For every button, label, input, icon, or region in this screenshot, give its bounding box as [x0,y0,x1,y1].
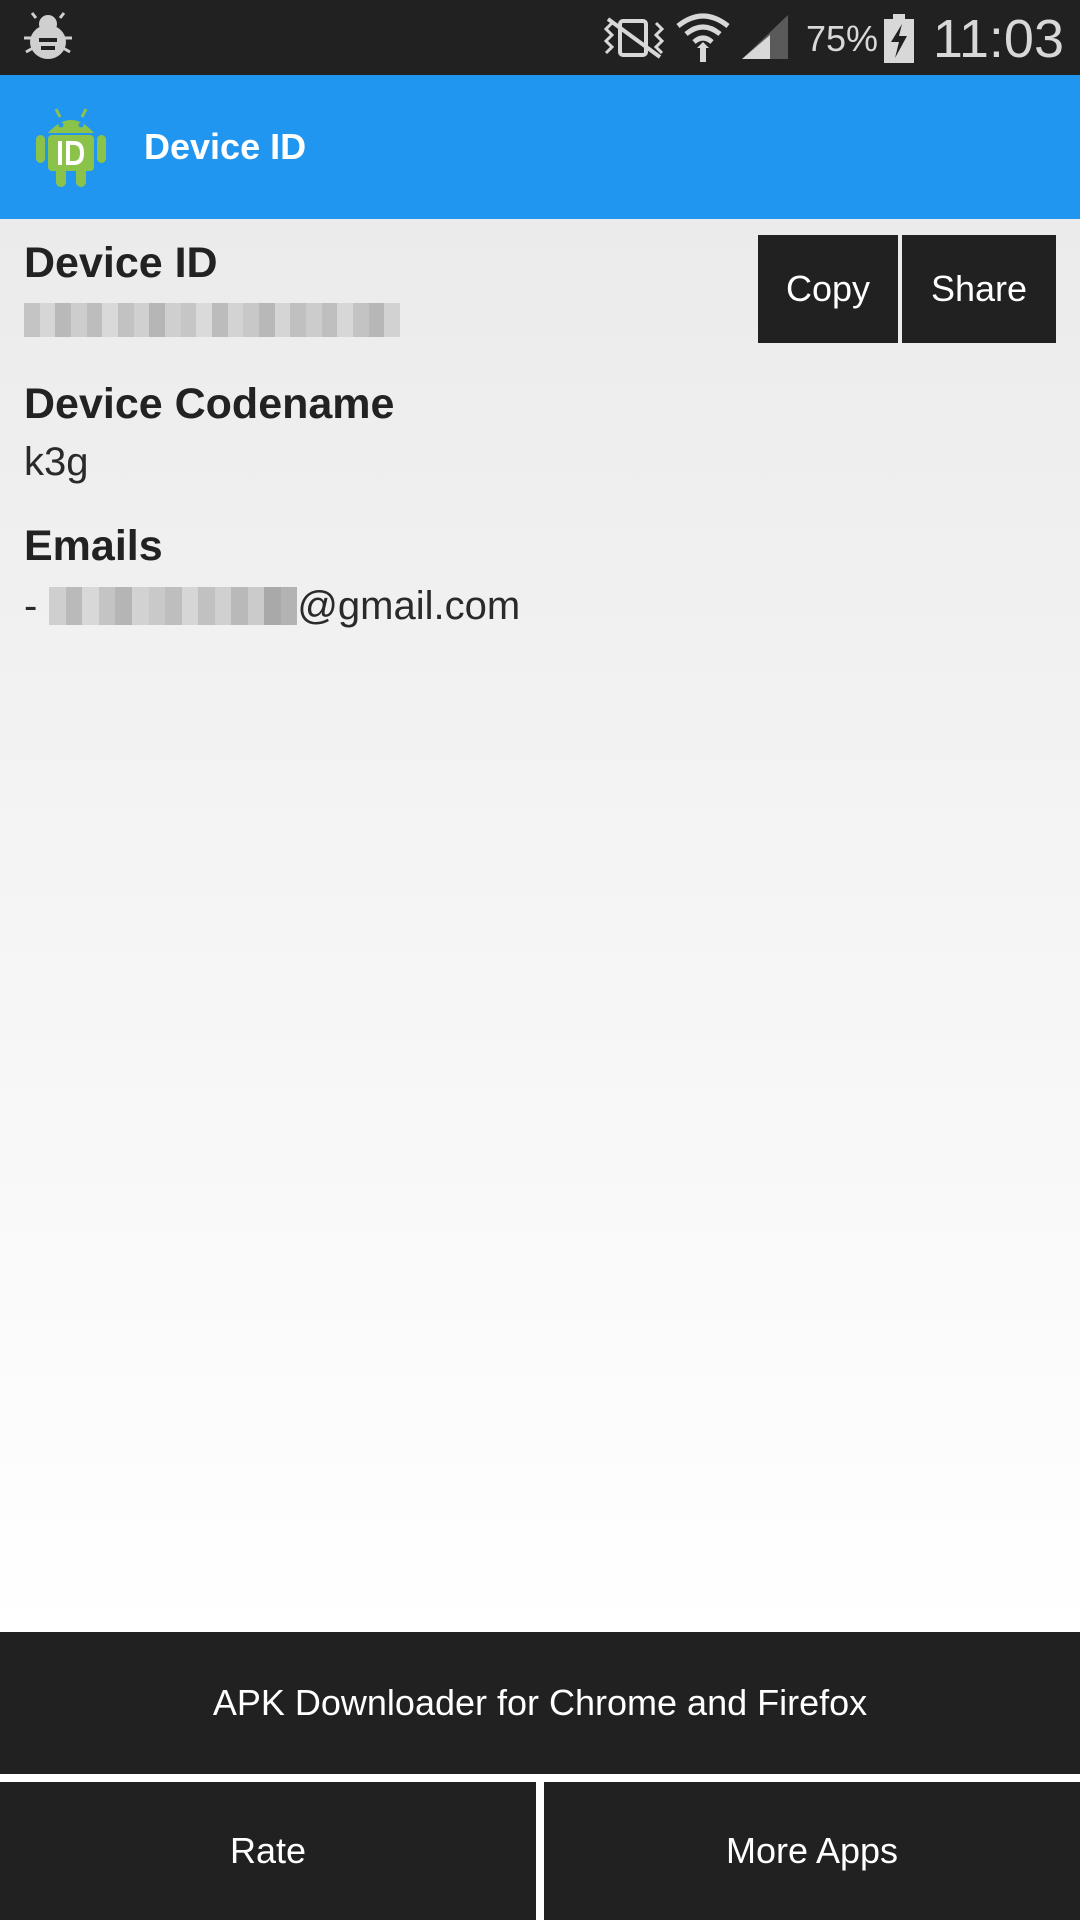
copy-button[interactable]: Copy [758,235,898,343]
wifi-icon [676,0,734,75]
emails-label: Emails [24,522,163,570]
battery-percent: 75% [806,18,879,59]
android-id-icon [34,105,108,189]
battery-charging-icon [883,0,919,75]
app-title: Device ID [144,126,307,167]
apk-downloader-button[interactable]: APK Downloader for Chrome and Firefox [0,1632,1080,1774]
device-id-label: Device ID [24,239,218,287]
signal-icon [740,0,796,75]
clock: 11:03 [932,9,1064,69]
email-domain: @gmail.com [297,583,521,628]
email-bullet: - [24,583,38,628]
share-button[interactable]: Share [902,235,1056,343]
action-bar: Device ID [0,75,1080,219]
vibrate-icon [598,0,670,75]
email-list-item: - @gmail.com [24,581,520,631]
main-content: Device ID Copy Share Device Codename k3g… [0,219,1080,1632]
debug-icon [22,0,78,75]
device-id-value-redacted [24,303,401,337]
rate-button[interactable]: Rate [0,1782,536,1920]
status-bar: 75% 11:03 [0,0,1080,75]
email-local-part-redacted [49,587,298,625]
device-codename-label: Device Codename [24,380,395,428]
device-codename-value: k3g [24,440,89,484]
more-apps-button[interactable]: More Apps [544,1782,1080,1920]
